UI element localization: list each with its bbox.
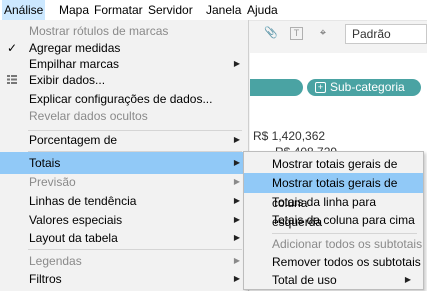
menu-mapa[interactable]: Mapa bbox=[57, 0, 91, 20]
menu-formatar[interactable]: Formatar bbox=[92, 0, 145, 20]
submenu-item-remove-all-subtotals[interactable]: Remover todos os subtotais bbox=[244, 252, 423, 272]
submenu-item-show-column-grand-totals[interactable]: Mostrar totais gerais de coluna bbox=[244, 173, 423, 210]
submenu-item-add-all-subtotals[interactable]: Adicionar todos os subtotais bbox=[244, 234, 423, 254]
submenu-arrow-icon: ▶ bbox=[233, 274, 240, 283]
menu-analise[interactable]: Análise bbox=[2, 0, 46, 20]
menu-item-percentage-of[interactable]: Porcentagem de ▶ bbox=[0, 129, 248, 151]
analysis-menu: Mostrar rótulos de marcas ✓ Agregar medi… bbox=[0, 20, 249, 291]
canvas-value: R$ 1,420,362 bbox=[253, 129, 326, 143]
menu-servidor[interactable]: Servidor bbox=[146, 0, 195, 20]
expand-icon: + bbox=[315, 82, 326, 94]
submenu-arrow-icon: ▶ bbox=[404, 275, 411, 284]
pin-icon[interactable]: ⌖ bbox=[316, 26, 330, 40]
sub-category-pill[interactable]: + Sub-categoria bbox=[307, 79, 421, 96]
shelf-pill-left[interactable] bbox=[250, 79, 303, 96]
grid-icon bbox=[7, 75, 17, 84]
submenu-item-row-totals-left[interactable]: Totais da linha para esquerda bbox=[244, 192, 423, 229]
menu-item-reveal-hidden-data[interactable]: Revelar dados ocultos bbox=[0, 105, 248, 127]
menu-bar: Análise Mapa Formatar Servidor Janela Aj… bbox=[0, 0, 427, 21]
submenu-arrow-icon: ▶ bbox=[233, 135, 240, 144]
totals-submenu: Mostrar totais gerais de linha Mostrar t… bbox=[243, 151, 424, 290]
pill-label: Sub-categoria bbox=[330, 80, 405, 94]
submenu-item-total-using[interactable]: Total de uso ▶ bbox=[244, 270, 423, 290]
menu-item-filters[interactable]: Filtros ▶ bbox=[0, 268, 248, 290]
attach-icon[interactable]: 📎 bbox=[264, 26, 278, 40]
menu-ajuda[interactable]: Ajuda bbox=[245, 0, 280, 20]
submenu-item-column-totals-top[interactable]: Totais da coluna para cima bbox=[244, 210, 423, 230]
menu-janela[interactable]: Janela bbox=[204, 0, 243, 20]
menu-item-table-layout[interactable]: Layout da tabela ▶ bbox=[0, 227, 248, 249]
view-size-dropdown[interactable]: Padrão bbox=[345, 24, 427, 44]
submenu-arrow-icon: ▶ bbox=[233, 233, 240, 242]
submenu-item-show-row-grand-totals[interactable]: Mostrar totais gerais de linha bbox=[244, 154, 423, 191]
text-icon[interactable]: T bbox=[290, 27, 303, 40]
